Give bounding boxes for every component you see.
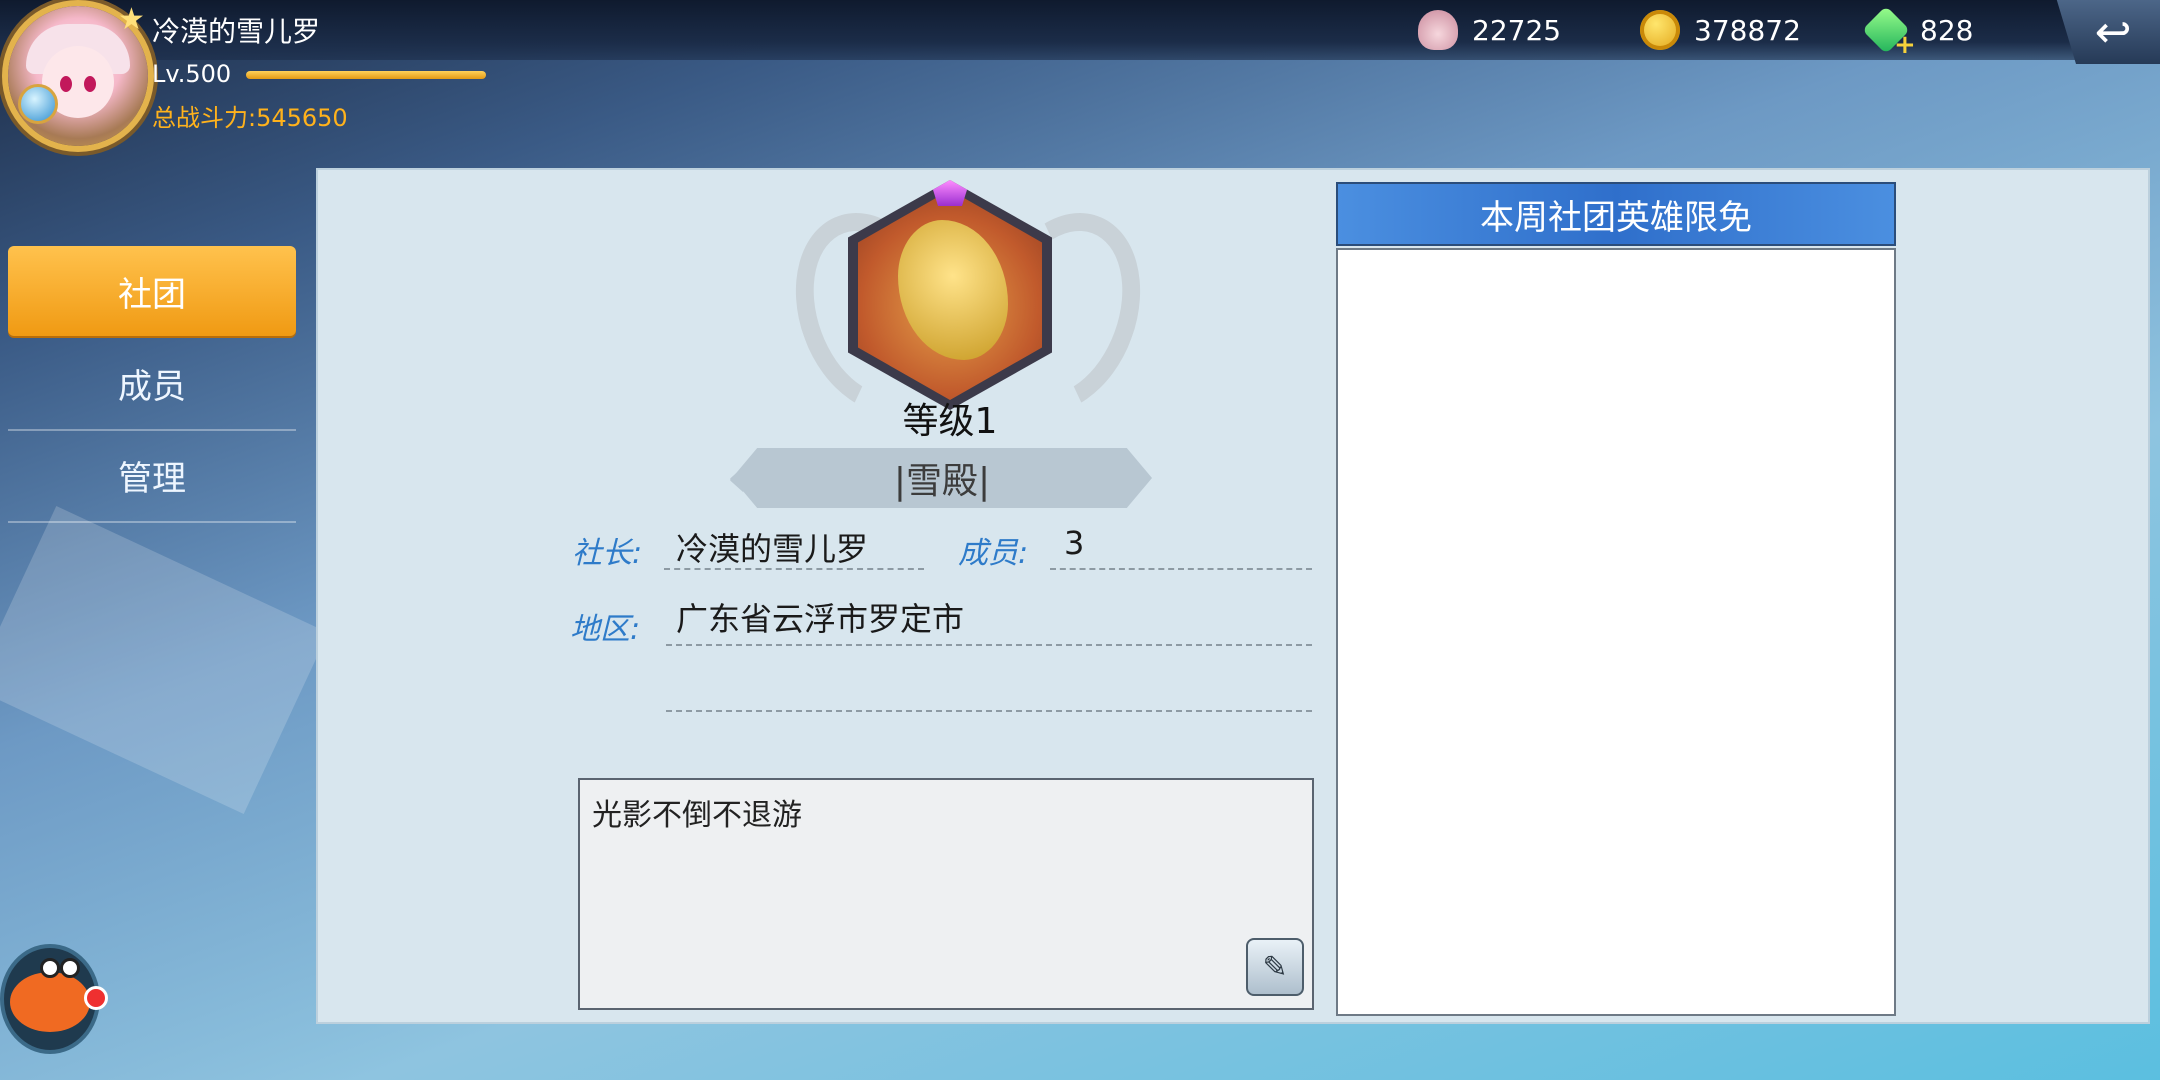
guild-name: |雪殿| (893, 461, 991, 502)
shell-count: 22725 (1472, 13, 1562, 47)
shell-icon (1418, 10, 1458, 50)
mascot-eye (40, 958, 60, 978)
gold-coin-icon (1640, 10, 1680, 50)
back-arrow-icon: ↩ (2094, 6, 2132, 58)
add-gem-icon[interactable]: + (1894, 30, 1916, 60)
nav-item-guild[interactable]: 社团 (8, 246, 296, 336)
weekly-free-heroes-list[interactable] (1336, 248, 1896, 1016)
dashed-divider (1050, 568, 1312, 570)
guild-motto: 光影不倒不退游 (592, 798, 802, 833)
avatar-orb-icon (18, 84, 58, 124)
guild-name-banner: |雪殿| (732, 448, 1152, 508)
shell-resource[interactable]: 22725 (1418, 8, 1561, 52)
background-shard (0, 505, 329, 815)
nav-item-members[interactable]: 成员 (8, 338, 296, 428)
exp-bar-fill (246, 71, 486, 79)
nav-item-manage[interactable]: 管理 (8, 430, 296, 520)
top-bar (0, 0, 2160, 60)
star-icon: ★ (118, 2, 145, 37)
dashed-divider (666, 710, 1312, 712)
gold-count: 378872 (1694, 13, 1801, 47)
player-name: 冷漠的雪儿罗 (152, 15, 321, 48)
gem-resource[interactable]: + 828 (1861, 5, 1974, 60)
region-value: 广东省云浮市罗定市 (676, 600, 965, 638)
gold-resource[interactable]: 378872 (1640, 8, 1801, 52)
guild-motto-box: 光影不倒不退游 ✎ (578, 778, 1314, 1010)
player-avatar[interactable]: ★ (8, 2, 148, 146)
guild-level: 等级1 (902, 401, 998, 442)
mascot-body (10, 972, 90, 1032)
dashed-divider (666, 644, 1312, 646)
notification-dot (84, 986, 108, 1010)
weekly-free-heroes-header: 本周社团英雄限免 (1336, 182, 1896, 246)
total-power: 总战斗力:545650 (152, 104, 348, 132)
edit-icon: ✎ (1262, 949, 1288, 985)
nav-divider (8, 521, 296, 523)
emblem-inner (858, 190, 1042, 400)
leader-label: 社长: (572, 536, 643, 571)
edit-motto-button[interactable]: ✎ (1246, 938, 1304, 996)
guild-emblem (769, 180, 1167, 435)
region-label: 地区: (570, 612, 641, 647)
exp-bar (246, 71, 486, 79)
members-value: 3 (1064, 524, 1085, 562)
members-label: 成员: (958, 536, 1029, 571)
dashed-divider (664, 568, 924, 570)
mascot-eye (60, 958, 80, 978)
avatar-eye (60, 76, 72, 92)
gem-count: 828 (1920, 13, 1974, 47)
avatar-eye (84, 76, 96, 92)
leader-value: 冷漠的雪儿罗 (676, 530, 869, 568)
player-level: Lv.500 (152, 60, 232, 88)
dragon-icon (898, 220, 1008, 360)
